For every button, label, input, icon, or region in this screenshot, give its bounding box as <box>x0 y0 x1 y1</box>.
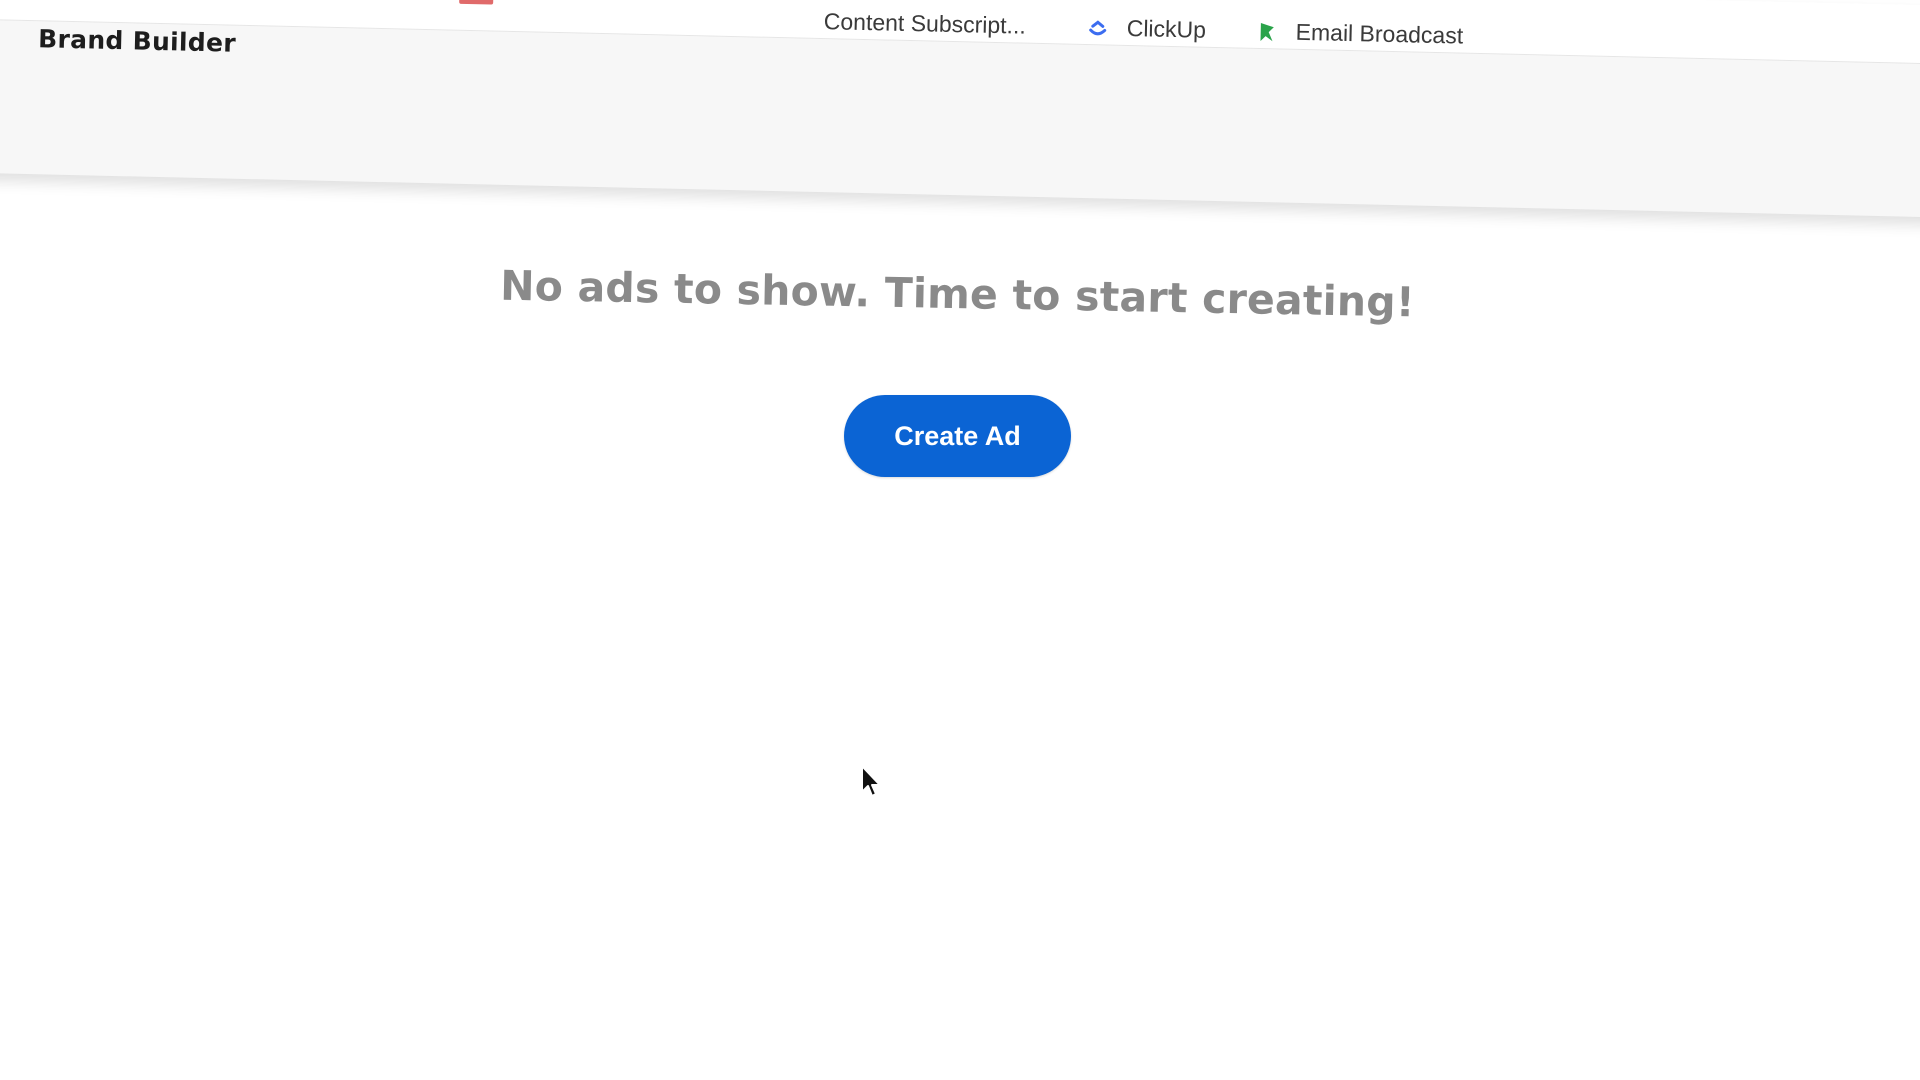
email-broadcast-icon <box>1255 20 1277 42</box>
empty-state-message: No ads to show. Time to start creating! <box>499 261 1416 327</box>
bookmark-favicon-red <box>459 0 494 5</box>
clickup-icon <box>1087 17 1109 39</box>
bookmarks-bar: Content Subscript... ClickUp Email Broad… <box>0 0 1920 66</box>
mouse-cursor-icon <box>861 765 881 797</box>
bookmark-label: Email Broadcast <box>1295 18 1464 49</box>
top-chrome: Content Subscript... ClickUp Email Broad… <box>0 0 1920 219</box>
app-title: Brand Builder <box>37 24 237 58</box>
create-ad-button[interactable]: Create Ad <box>844 395 1071 477</box>
page: Content Subscript... ClickUp Email Broad… <box>0 0 1920 1080</box>
bookmark-content-subscript[interactable]: Content Subscript... <box>824 8 1027 40</box>
bookmark-label: Content Subscript... <box>823 8 1027 39</box>
bookmark-label: ClickUp <box>1126 14 1207 43</box>
bookmark-email-broadcast[interactable]: Email Broadcast <box>1255 18 1463 50</box>
bookmark-clickup[interactable]: ClickUp <box>1086 14 1206 44</box>
empty-state: No ads to show. Time to start creating! <box>500 262 1416 327</box>
